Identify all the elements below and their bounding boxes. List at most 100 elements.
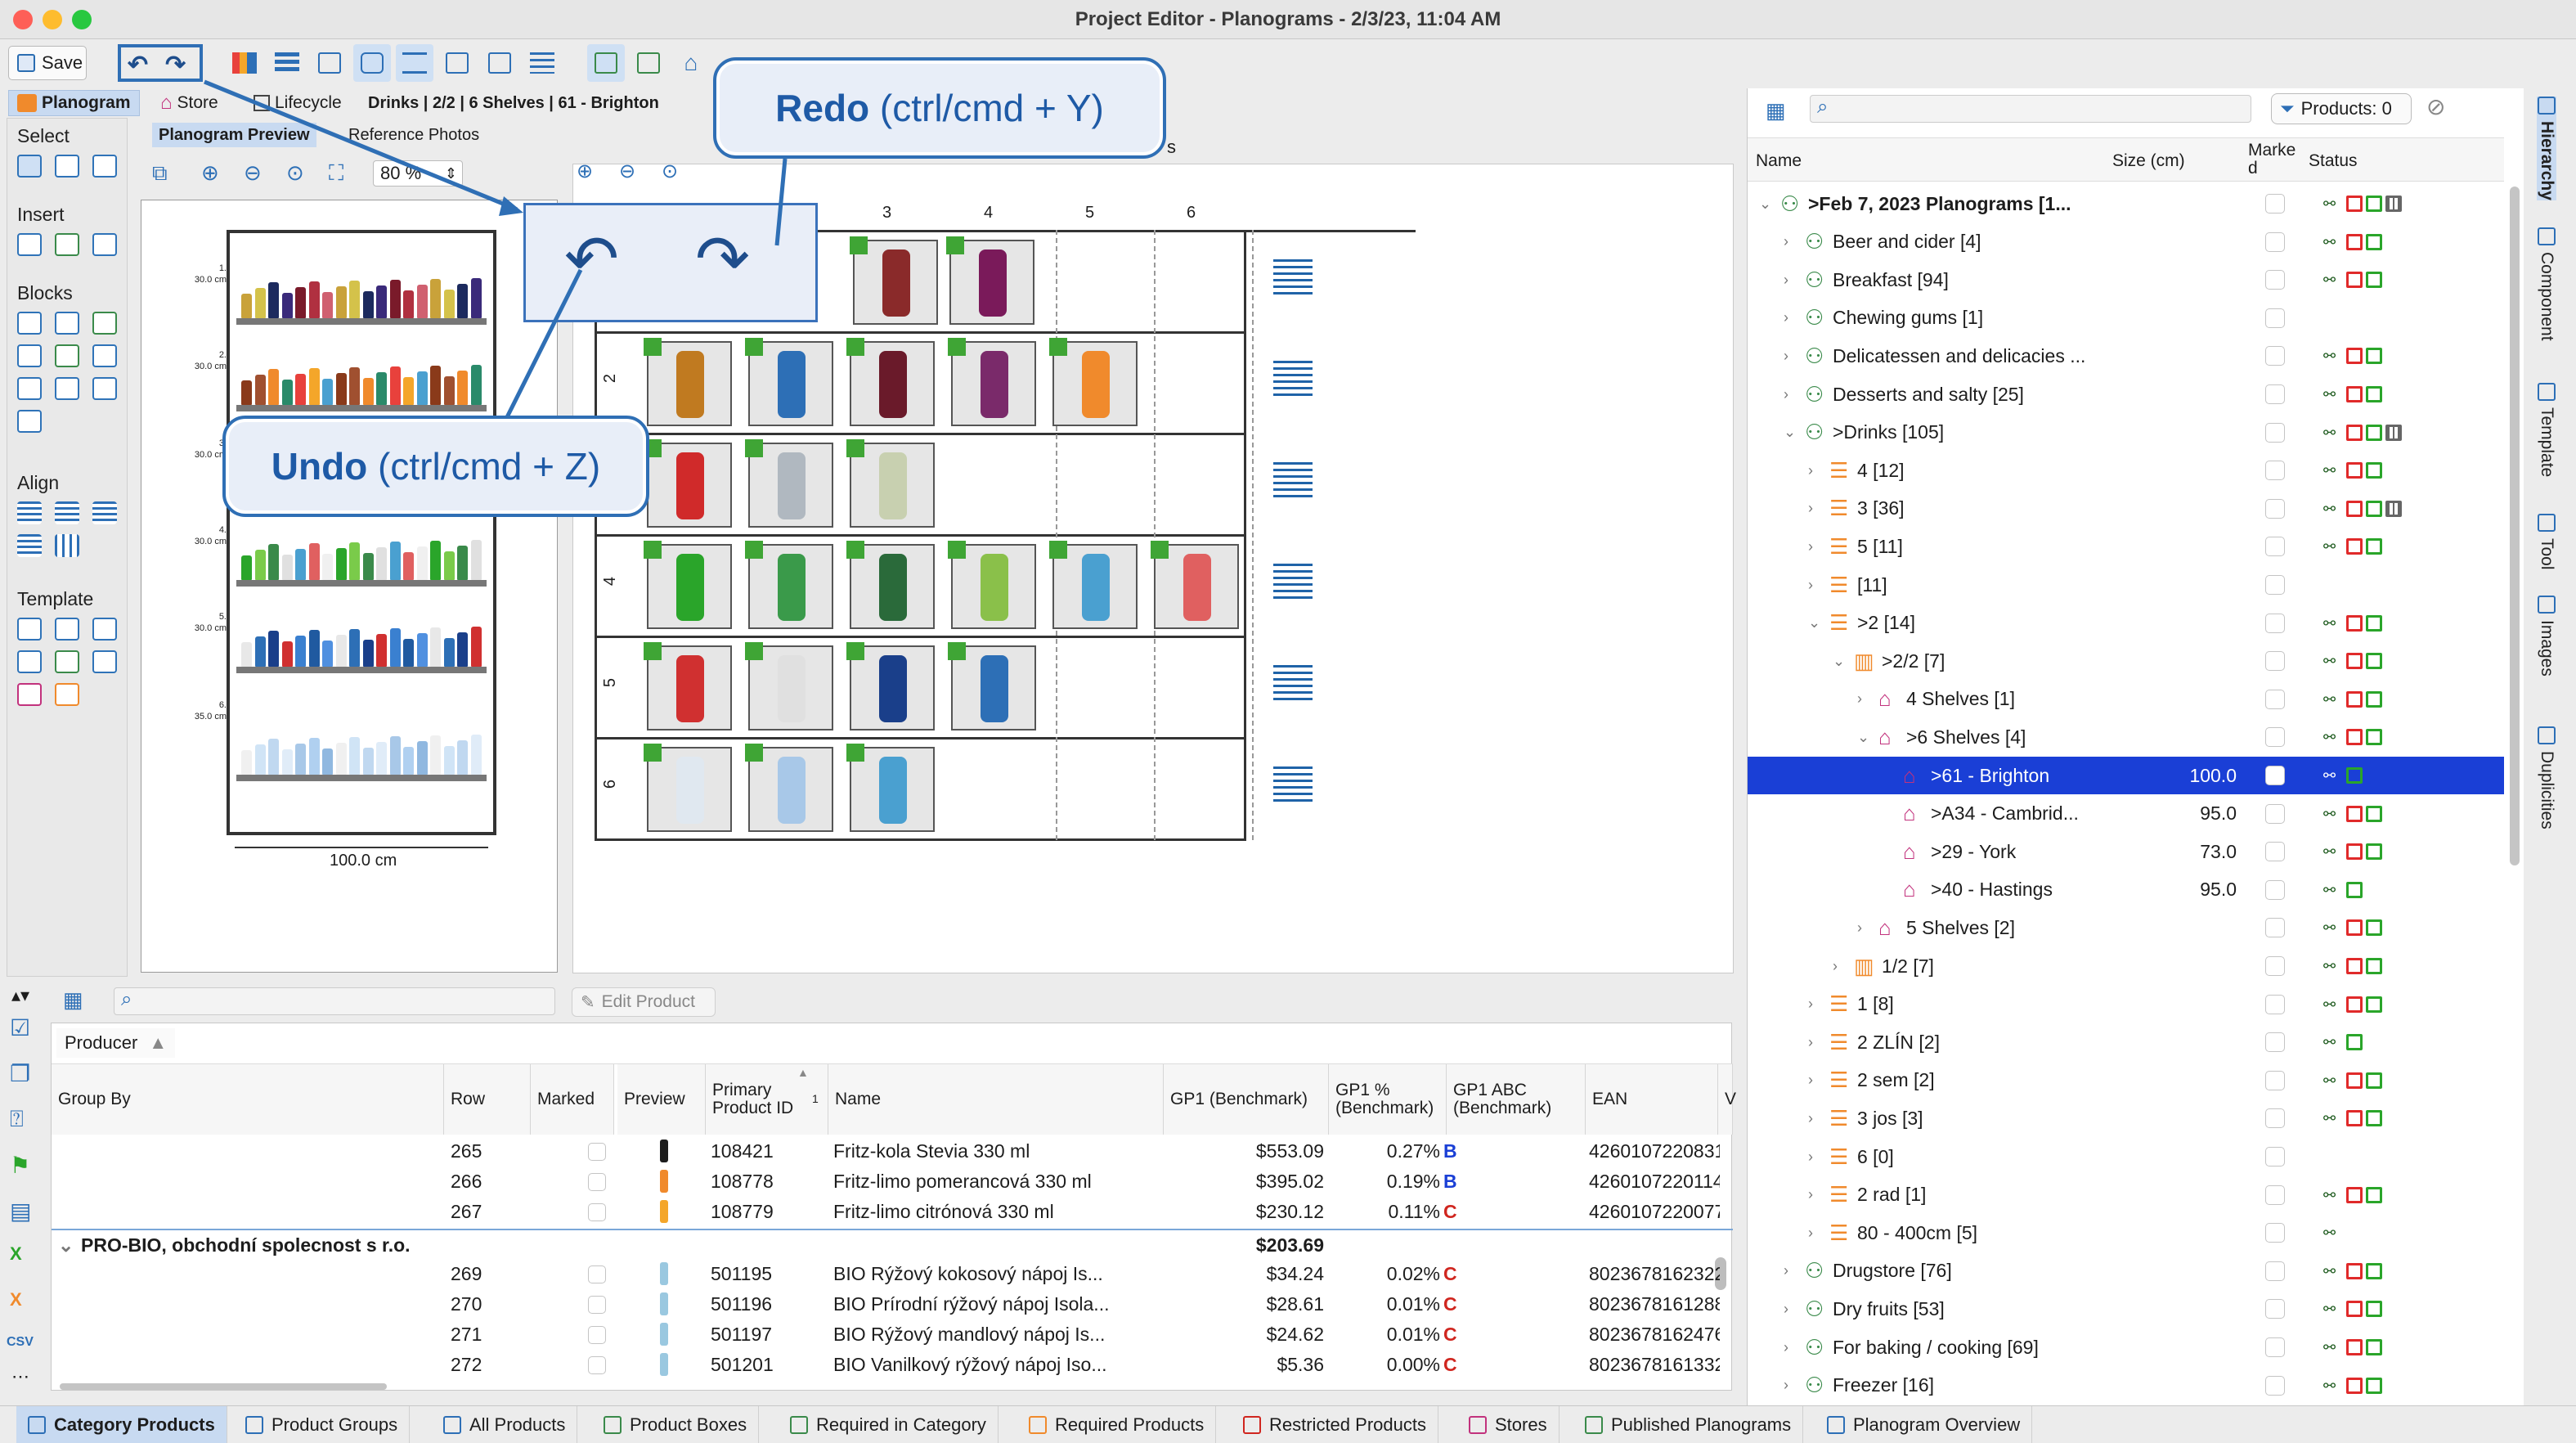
tree-row[interactable]: › ⚇ Chewing gums [1] [1748,299,2504,337]
side-tab-hierarchy[interactable]: Hierarchy [2537,97,2556,200]
expand-arrow-icon[interactable]: › [1857,919,1862,937]
marked-checkbox[interactable] [2265,1147,2285,1167]
marked-checkbox[interactable] [2265,1108,2285,1129]
excel-import-icon[interactable]: X [10,1289,22,1310]
expand-arrow-icon[interactable]: ⌄ [1833,653,1845,670]
table-search-input[interactable]: ⌕ [114,987,555,1015]
products-filter-button[interactable]: ⏷ Products: 0 [2271,93,2412,124]
tree-row[interactable]: › ⚇ Breakfast [94] ⚯ [1748,261,2504,299]
marked-checkbox[interactable] [2265,232,2285,252]
expand-arrow-icon[interactable]: › [1857,690,1862,708]
tab-all-products[interactable]: All Products [432,1406,578,1443]
header-v[interactable]: V [1718,1064,1736,1135]
expand-arrow-icon[interactable]: › [1808,1149,1813,1166]
tree-row[interactable]: › ⚇ Beer and cider [4] ⚯ [1748,223,2504,261]
marked-checkbox[interactable] [2265,194,2285,214]
marked-checkbox[interactable] [2265,1032,2285,1053]
tree-row[interactable]: ⌂ >61 - Brighton 100.0 ⚯ [1748,757,2504,794]
side-tab-images[interactable]: Images [2537,596,2556,677]
expand-arrow-icon[interactable]: › [1784,1262,1788,1279]
expand-arrow-icon[interactable]: ⌄ [1857,729,1869,746]
tree-row[interactable]: › ⚇ For baking / cooking [69] ⚯ [1748,1328,2504,1366]
tree-row[interactable]: › ☰ 3 [36] ⚯ [1748,490,2504,528]
header-gp1[interactable]: GP1 (Benchmark) [1164,1064,1329,1135]
expand-arrow-icon[interactable]: › [1808,577,1813,594]
side-tab-tool[interactable]: Tool [2537,514,2556,570]
marked-checkbox[interactable] [2265,461,2285,481]
tree-row[interactable]: ⌄ ☰ >2 [14] ⚯ [1748,605,2504,642]
expand-arrow-icon[interactable]: ⌄ [1759,196,1771,213]
hierarchy-scrollbar[interactable] [2510,187,2520,865]
expand-arrow-icon[interactable]: › [1784,1301,1788,1318]
csv-export-icon[interactable]: CSV [7,1335,34,1350]
tree-row[interactable]: ⌂ >A34 - Cambrid... 95.0 ⚯ [1748,795,2504,833]
marked-checkbox[interactable] [2265,270,2285,290]
tree-row[interactable]: › ☰ 3 jos [3] ⚯ [1748,1099,2504,1137]
checklist-icon[interactable]: ☑ [10,1014,30,1041]
marked-checkbox[interactable] [2265,994,2285,1014]
expand-arrow-icon[interactable]: › [1784,272,1788,289]
marked-checkbox[interactable] [2265,918,2285,938]
header-group-by[interactable]: Group By [52,1064,444,1135]
tab-stores[interactable]: Stores [1457,1406,1560,1443]
header-preview[interactable]: Preview [617,1064,706,1135]
side-tab-component[interactable]: Component [2537,227,2556,341]
table-row[interactable]: 266 108778 Fritz-limo pomerancová 330 ml $3… [52,1167,1733,1196]
tree-row[interactable]: › ⚇ Freezer [16] ⚯ [1748,1367,2504,1405]
marked-checkbox[interactable] [2265,689,2285,709]
tab-required-products[interactable]: Required Products [1017,1406,1217,1443]
marked-checkbox[interactable] [2265,1185,2285,1205]
col-marked[interactable]: Marke d [2248,142,2299,178]
tab-product-boxes[interactable]: Product Boxes [592,1406,760,1443]
expand-arrow-icon[interactable]: › [1808,1225,1813,1242]
table-grid-icon[interactable]: ▦ [63,987,83,1013]
expand-arrow-icon[interactable]: › [1808,1186,1813,1203]
header-row[interactable]: Row [444,1064,531,1135]
tree-row[interactable]: › ▥ 1/2 [7] ⚯ [1748,947,2504,985]
header-gp1-abc[interactable]: GP1 ABC (Benchmark) [1447,1064,1586,1135]
tree-row[interactable]: › ⌂ 4 Shelves [1] ⚯ [1748,681,2504,718]
marked-checkbox[interactable] [2265,1261,2285,1281]
marked-checkbox[interactable] [2265,842,2285,862]
table-row[interactable]: 272 501201 BIO Vanilkový rýžový nápoj Iso.… [52,1350,1733,1379]
header-marked[interactable]: Marked [531,1064,614,1135]
excel-export-icon[interactable]: X [10,1243,22,1265]
side-tab-duplicities[interactable]: Duplicities [2537,726,2556,829]
marked-checkbox[interactable] [2265,384,2285,404]
expand-arrow-icon[interactable]: ⌄ [1784,424,1796,441]
expand-arrow-icon[interactable]: › [1808,1034,1813,1051]
marked-checkbox[interactable] [2265,803,2285,824]
tab-published-planograms[interactable]: Published Planograms [1573,1406,1804,1443]
expand-arrow-icon[interactable]: › [1808,500,1813,517]
marked-checkbox[interactable] [2265,575,2285,595]
header-gp1-pct[interactable]: GP1 % (Benchmark) [1329,1064,1447,1135]
expand-arrow-icon[interactable]: › [1808,996,1813,1013]
tree-row[interactable]: › ☰ 2 ZLÍN [2] ⚯ [1748,1023,2504,1061]
expand-arrow-icon[interactable]: › [1784,1377,1788,1394]
table-hscrollbar[interactable] [60,1383,387,1390]
marked-checkbox[interactable] [2265,308,2285,328]
tree-row[interactable]: › ☰ 80 - 400cm [5] ⚯ [1748,1214,2504,1252]
tab-restricted-products[interactable]: Restricted Products [1232,1406,1438,1443]
expand-arrow-icon[interactable]: › [1808,1110,1813,1127]
edit-product-button[interactable]: ✎ Edit Product [572,987,716,1017]
collapse-arrows-icon[interactable]: ▴▾ [11,985,29,1006]
table-row[interactable]: 271 501197 BIO Rýžový mandlový nápoj Is...… [52,1319,1733,1349]
tree-row[interactable]: › ☰ 2 rad [1] ⚯ [1748,1176,2504,1214]
tree-row[interactable]: › ☰ 6 [0] [1748,1138,2504,1176]
tree-row[interactable]: › ⚇ Desserts and salty [25] ⚯ [1748,375,2504,413]
group-collapse-icon[interactable]: ⌄ [58,1230,74,1260]
marked-checkbox[interactable] [2265,651,2285,672]
row-marked-checkbox[interactable] [588,1296,606,1314]
marked-checkbox[interactable] [2265,727,2285,748]
tree-row[interactable]: ⌂ >29 - York 73.0 ⚯ [1748,833,2504,870]
expand-arrow-icon[interactable]: › [1784,1339,1788,1356]
side-tab-template[interactable]: Template [2537,383,2556,477]
tree-row[interactable]: › ☰ 2 sem [2] ⚯ [1748,1062,2504,1099]
tree-row[interactable]: › ☰ 5 [11] ⚯ [1748,528,2504,565]
tree-row[interactable]: › ☰ 1 [8] ⚯ [1748,986,2504,1023]
tab-category-products[interactable]: Category Products [16,1406,227,1443]
marked-checkbox[interactable] [2265,879,2285,900]
table-row[interactable]: 270 501196 BIO Prírodní rýžový nápoj Isola… [52,1289,1733,1319]
clear-filter-icon[interactable]: ⊘ [2426,93,2445,120]
